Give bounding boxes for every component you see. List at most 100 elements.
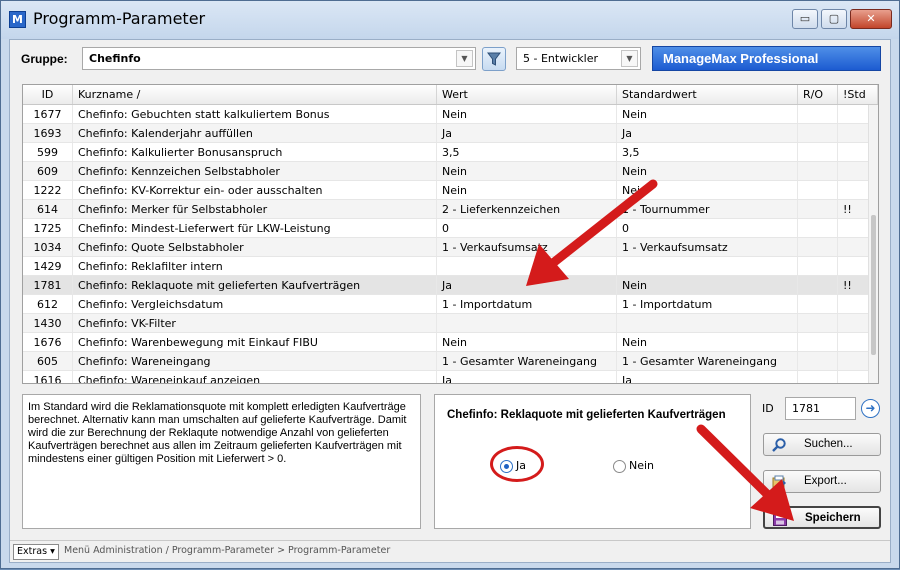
- cell-name: Chefinfo: Kennzeichen Selbstabholer: [73, 162, 437, 180]
- cell-ro: [798, 200, 838, 218]
- cell-id: 599: [23, 143, 73, 161]
- cell-wert: Nein: [437, 105, 617, 123]
- cell-wert: Ja: [437, 276, 617, 294]
- table-row[interactable]: 1725 Chefinfo: Mindest-Lieferwert für LKW…: [23, 219, 878, 238]
- chevron-down-icon[interactable]: ▼: [621, 50, 638, 67]
- cell-id: 609: [23, 162, 73, 180]
- cell-id: 1693: [23, 124, 73, 142]
- table-row[interactable]: 1429 Chefinfo: Reklafilter intern: [23, 257, 878, 276]
- level-value: 5 - Entwickler: [523, 52, 599, 65]
- table-row[interactable]: 1430 Chefinfo: VK-Filter: [23, 314, 878, 333]
- cell-wert: Nein: [437, 162, 617, 180]
- maximize-button[interactable]: ▢: [821, 9, 847, 29]
- cell-name: Chefinfo: Reklaquote mit gelieferten Kau…: [73, 276, 437, 294]
- column-header-ro[interactable]: R/O: [798, 85, 838, 104]
- cell-name: Chefinfo: Wareneinkauf anzeigen: [73, 371, 437, 383]
- cell-ro: [798, 371, 838, 383]
- cell-name: Chefinfo: VK-Filter: [73, 314, 437, 332]
- cell-name: Chefinfo: Warenbewegung mit Einkauf FIBU: [73, 333, 437, 351]
- gruppe-label: Gruppe:: [21, 52, 68, 66]
- title-bar: M Programm-Parameter ▭ ▢ ✕: [1, 1, 899, 39]
- table-row[interactable]: 609 Chefinfo: Kennzeichen Selbstabholer Ne…: [23, 162, 878, 181]
- radio-nein[interactable]: Nein: [613, 459, 654, 473]
- table-row[interactable]: 1034 Chefinfo: Quote Selbstabholer 1 - Ver…: [23, 238, 878, 257]
- go-arrow-icon[interactable]: ➜: [861, 399, 880, 418]
- chevron-down-icon[interactable]: ▼: [456, 50, 473, 67]
- cell-std: 1 - Importdatum: [617, 295, 798, 313]
- export-button[interactable]: Export...: [763, 470, 881, 493]
- cell-id: 1781: [23, 276, 73, 294]
- column-header-standardwert[interactable]: Standardwert: [617, 85, 798, 104]
- table-row[interactable]: 614 Chefinfo: Merker für Selbstabholer 2 -…: [23, 200, 878, 219]
- column-header-id[interactable]: ID: [23, 85, 73, 104]
- search-icon: [772, 438, 786, 452]
- table-row[interactable]: 1781 Chefinfo: Reklaquote mit gelieferten…: [23, 276, 878, 295]
- table-row[interactable]: 1676 Chefinfo: Warenbewegung mit Einkauf …: [23, 333, 878, 352]
- cell-ro: [798, 238, 838, 256]
- cell-id: 1616: [23, 371, 73, 383]
- column-header-wert[interactable]: Wert: [437, 85, 617, 104]
- export-icon: [772, 475, 786, 489]
- table-row[interactable]: 1616 Chefinfo: Wareneinkauf anzeigen Ja Ja: [23, 371, 878, 383]
- window-title: Programm-Parameter: [33, 9, 206, 28]
- save-button[interactable]: Speichern: [763, 506, 881, 529]
- cell-std: Nein: [617, 181, 798, 199]
- cell-id: 1430: [23, 314, 73, 332]
- table-row[interactable]: 1677 Chefinfo: Gebuchten statt kalkuliert…: [23, 105, 878, 124]
- cell-ro: [798, 333, 838, 351]
- cell-ro: [798, 105, 838, 123]
- export-label: Export...: [804, 475, 847, 487]
- cell-wert: [437, 257, 617, 275]
- cell-id: 605: [23, 352, 73, 370]
- cell-wert: 2 - Lieferkennzeichen: [437, 200, 617, 218]
- cell-name: Chefinfo: Reklafilter intern: [73, 257, 437, 275]
- cell-ro: [798, 124, 838, 142]
- cell-wert: [437, 314, 617, 332]
- cell-ro: [798, 181, 838, 199]
- table-header: ID Kurzname / Wert Standardwert R/O !Std: [23, 85, 878, 105]
- save-label: Speichern: [805, 512, 861, 524]
- cell-wert: Ja: [437, 124, 617, 142]
- cell-ro: [798, 314, 838, 332]
- description-box: Im Standard wird die Reklamationsquote m…: [22, 394, 421, 529]
- cell-id: 1725: [23, 219, 73, 237]
- cell-ro: [798, 276, 838, 294]
- cell-std: 1 - Verkaufsumsatz: [617, 238, 798, 256]
- filter-button[interactable]: [482, 47, 506, 71]
- column-header-nstd[interactable]: !Std: [838, 85, 878, 104]
- cell-name: Chefinfo: Merker für Selbstabholer: [73, 200, 437, 218]
- scrollbar-thumb[interactable]: [871, 215, 876, 355]
- vertical-scrollbar[interactable]: [868, 105, 878, 383]
- level-select[interactable]: 5 - Entwickler ▼: [516, 47, 641, 70]
- cell-wert: Nein: [437, 181, 617, 199]
- close-button[interactable]: ✕: [850, 9, 892, 29]
- column-header-kurzname[interactable]: Kurzname /: [73, 85, 437, 104]
- table-row[interactable]: 605 Chefinfo: Wareneingang 1 - Gesamter Wa…: [23, 352, 878, 371]
- table-row[interactable]: 612 Chefinfo: Vergleichsdatum 1 - Importda…: [23, 295, 878, 314]
- cell-std: [617, 314, 798, 332]
- extras-menu-button[interactable]: Extras ▾: [13, 544, 59, 560]
- cell-name: Chefinfo: Kalkulierter Bonusanspruch: [73, 143, 437, 161]
- gruppe-select[interactable]: Chefinfo ▼: [82, 47, 476, 70]
- table-row[interactable]: 1693 Chefinfo: Kalenderjahr auffüllen Ja Ja: [23, 124, 878, 143]
- cell-std: Nein: [617, 105, 798, 123]
- value-editor-panel: Chefinfo: Reklaquote mit gelieferten Kau…: [434, 394, 751, 529]
- id-input[interactable]: 1781: [785, 397, 856, 420]
- search-button[interactable]: Suchen...: [763, 433, 881, 456]
- status-bar: Extras ▾ Menü Administration / Programm-…: [10, 540, 890, 562]
- cell-name: Chefinfo: Vergleichsdatum: [73, 295, 437, 313]
- cell-ro: [798, 143, 838, 161]
- cell-name: Chefinfo: KV-Korrektur ein- oder ausscha…: [73, 181, 437, 199]
- cell-name: Chefinfo: Gebuchten statt kalkuliertem B…: [73, 105, 437, 123]
- table-row[interactable]: 1222 Chefinfo: KV-Korrektur ein- oder aus…: [23, 181, 878, 200]
- cell-ro: [798, 219, 838, 237]
- cell-wert: 1 - Verkaufsumsatz: [437, 238, 617, 256]
- minimize-button[interactable]: ▭: [792, 9, 818, 29]
- cell-id: 614: [23, 200, 73, 218]
- cell-id: 1676: [23, 333, 73, 351]
- cell-std: Ja: [617, 371, 798, 383]
- cell-id: 1222: [23, 181, 73, 199]
- breadcrumb: Menü Administration / Programm-Parameter…: [64, 545, 391, 556]
- table-row[interactable]: 599 Chefinfo: Kalkulierter Bonusanspruch 3…: [23, 143, 878, 162]
- editor-title: Chefinfo: Reklaquote mit gelieferten Kau…: [447, 409, 726, 421]
